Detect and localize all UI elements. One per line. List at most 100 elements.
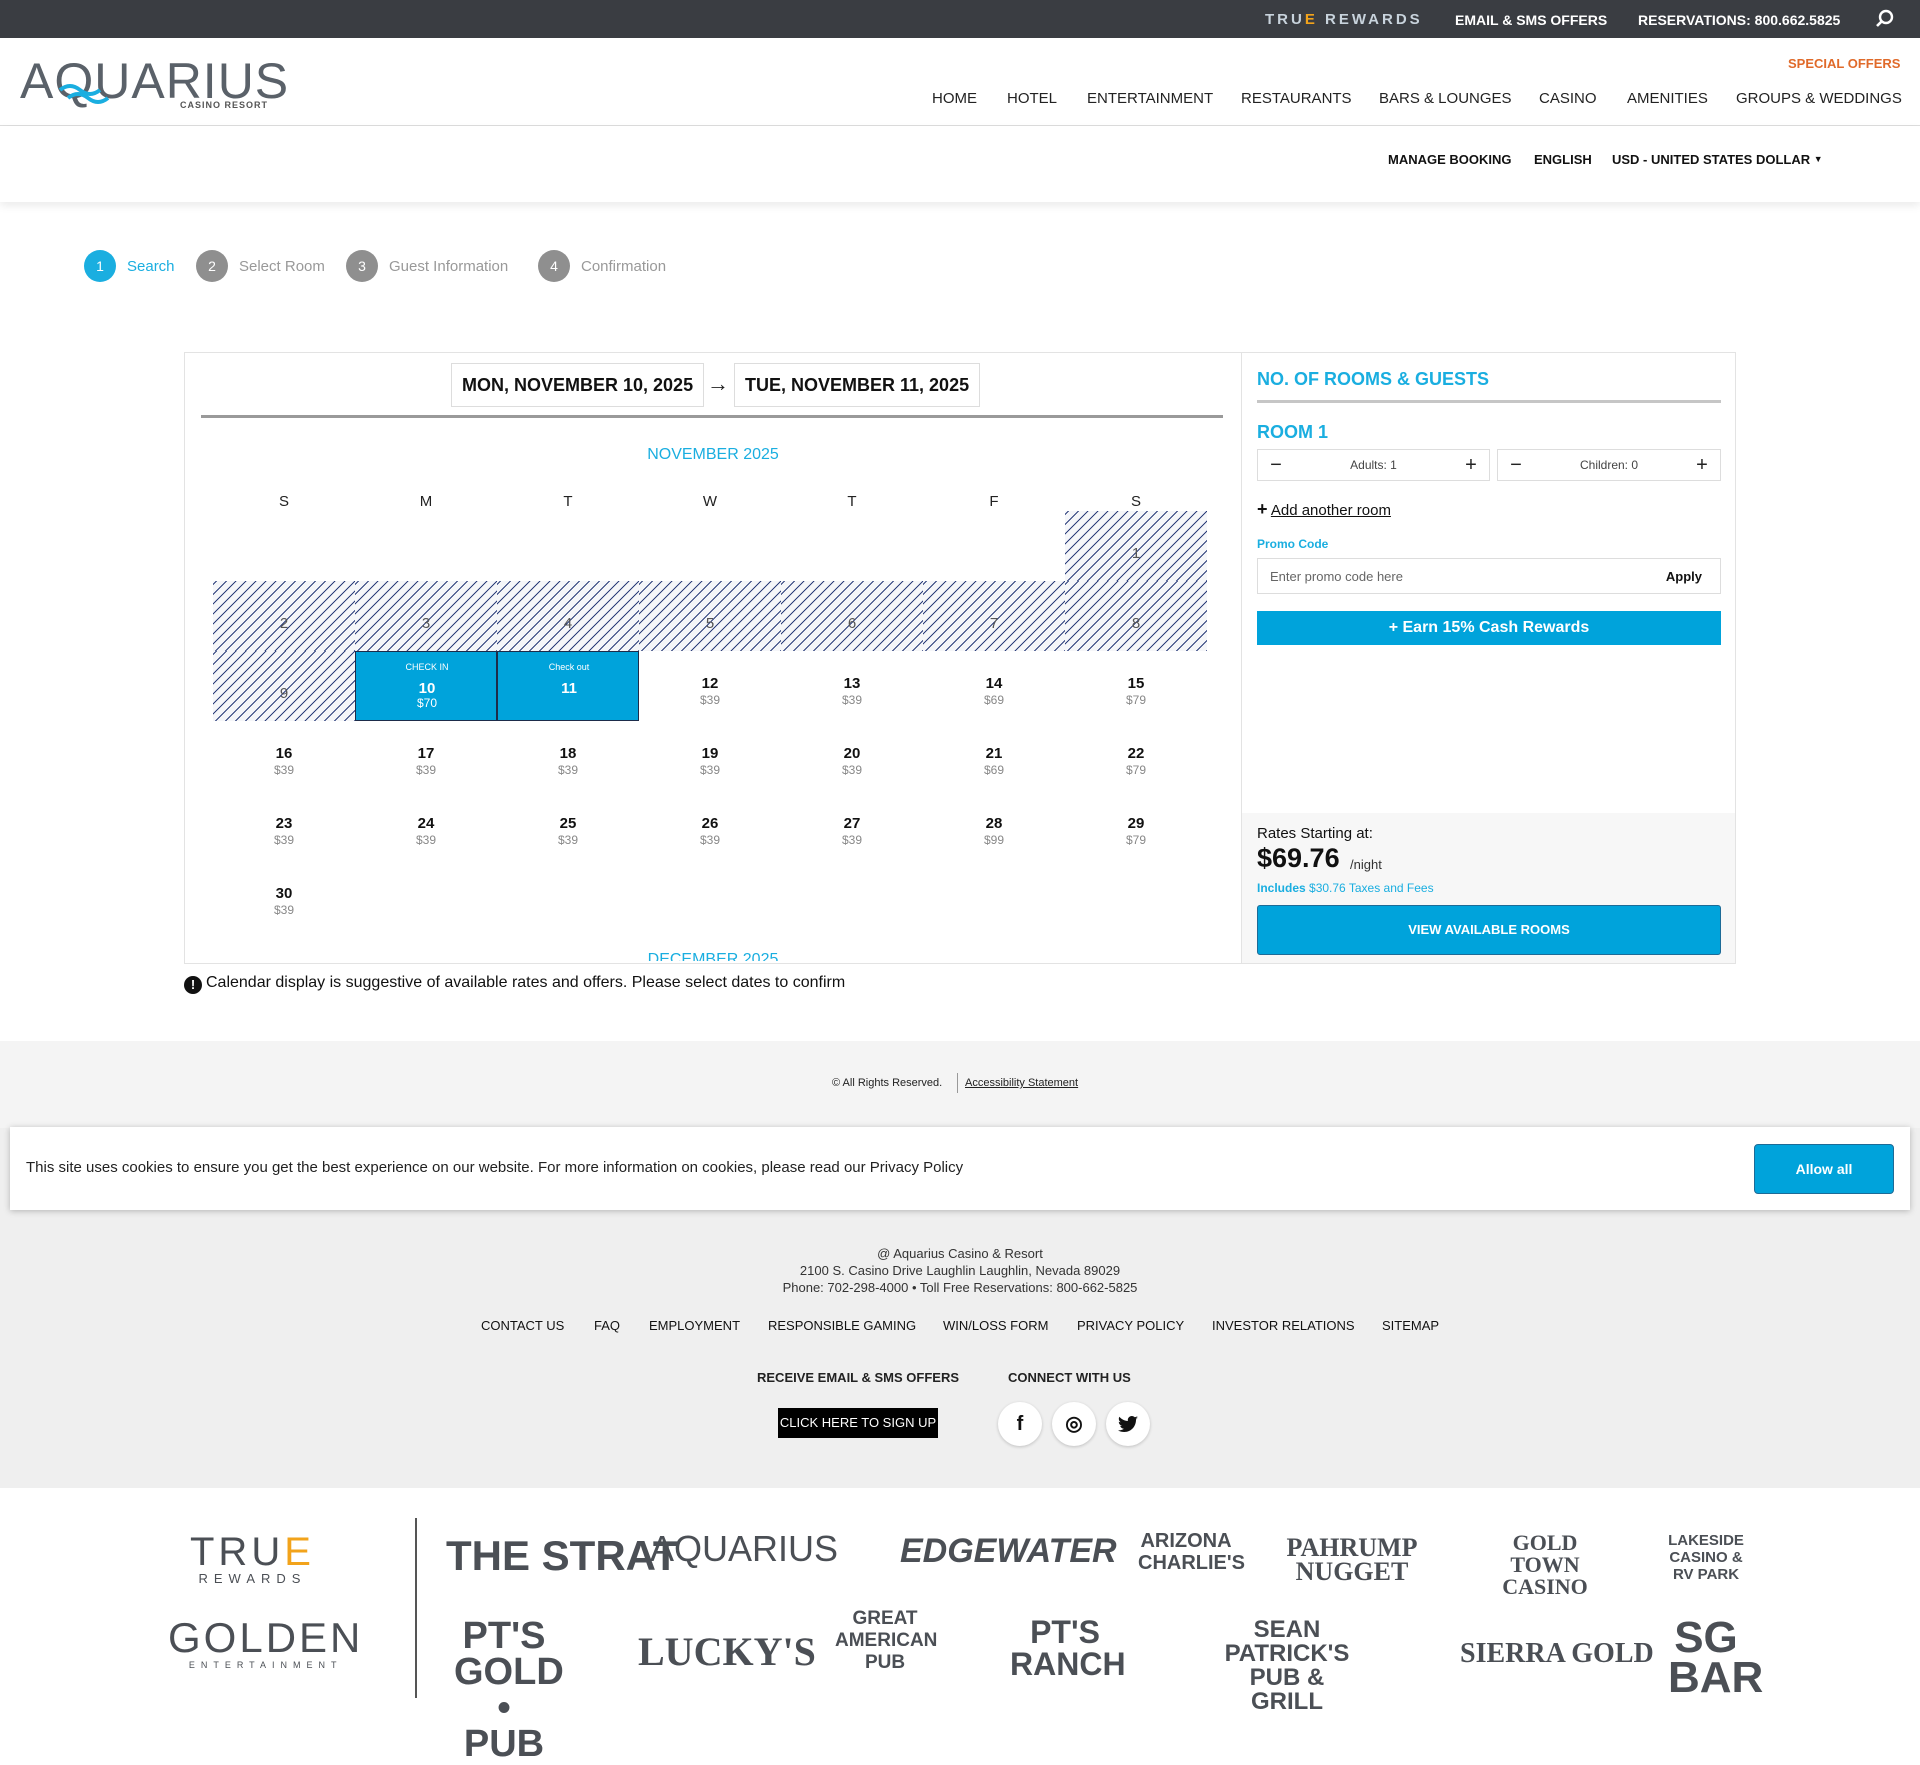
calendar-day[interactable]: 28 $99	[923, 791, 1065, 861]
calendar-day[interactable]: 24 $39	[355, 791, 497, 861]
promo-code-label: Promo Code	[1257, 537, 1329, 551]
day-number: 3	[421, 615, 431, 632]
email-sms-offers-link[interactable]: EMAIL & SMS OFFERS	[1455, 12, 1607, 28]
brand-logo-gold-town[interactable]: GOLD TOWN CASINO	[1480, 1532, 1610, 1598]
nav-casino[interactable]: CASINO	[1539, 90, 1597, 107]
calendar-day[interactable]: 25 $39	[497, 791, 639, 861]
calendar-day[interactable]: 20 $39	[781, 721, 923, 791]
footer-link-contact[interactable]: CONTACT US	[481, 1318, 564, 1333]
brand-logo-arizona-charlies[interactable]: ARIZONA CHARLIE'S	[1138, 1530, 1245, 1574]
brand-logo-sg-bar[interactable]: SG BAR	[1668, 1616, 1763, 1700]
brand-logo-luckys[interactable]: LUCKY'S	[638, 1628, 816, 1675]
reservations-phone-link[interactable]: RESERVATIONS: 800.662.5825	[1638, 12, 1840, 28]
day-price: $79	[1125, 693, 1147, 707]
calendar-day[interactable]: 22 $79	[1065, 721, 1207, 791]
nav-amenities[interactable]: AMENITIES	[1627, 90, 1708, 107]
calendar-day[interactable]: 18 $39	[497, 721, 639, 791]
day-price: $69	[983, 763, 1005, 777]
twitter-icon[interactable]	[1106, 1402, 1150, 1446]
day-price: $39	[273, 833, 295, 847]
golden-entertainment-brand-logo[interactable]: GOLDEN ENTERTAINMENT	[168, 1617, 363, 1672]
footer-link-employment[interactable]: EMPLOYMENT	[649, 1318, 740, 1333]
calendar-day[interactable]: 26 $39	[639, 791, 781, 861]
brand-logo-great-american-pub[interactable]: GREAT AMERICAN PUB	[835, 1608, 937, 1674]
brand-logo-aquarius[interactable]: AQUARIUS	[650, 1528, 838, 1570]
brand-logo-the-strat[interactable]: THE STRAT	[446, 1532, 679, 1580]
currency-label: USD - UNITED STATES DOLLAR	[1612, 152, 1811, 167]
nav-groups-weddings[interactable]: GROUPS & WEDDINGS	[1736, 90, 1902, 107]
brand-logo-pahrump-nugget[interactable]: PAHRUMP NUGGET	[1282, 1535, 1422, 1585]
manage-booking-link[interactable]: MANAGE BOOKING	[1388, 152, 1512, 167]
brand-logo-lakeside[interactable]: LAKESIDE CASINO & RV PARK	[1658, 1532, 1754, 1583]
promo-code-field[interactable]: Enter promo code here Apply	[1257, 558, 1721, 594]
calendar-day[interactable]: 23 $39	[213, 791, 355, 861]
calendar-day[interactable]: 17 $39	[355, 721, 497, 791]
check-in-date-box[interactable]: MON, NOVEMBER 10, 2025	[451, 363, 705, 407]
rooms-guests-panel: NO. OF ROOMS & GUESTS ROOM 1 − Adults: 1…	[1241, 353, 1735, 963]
day-price: $79	[1125, 833, 1147, 847]
nav-hotel[interactable]: HOTEL	[1007, 90, 1057, 107]
children-value: Children: 0	[1579, 458, 1639, 472]
footer-link-win-loss[interactable]: WIN/LOSS FORM	[943, 1318, 1048, 1333]
accessibility-statement-link[interactable]: Accessibility Statement	[965, 1077, 1078, 1089]
calendar-day[interactable]: 15 $79	[1065, 651, 1207, 721]
check-in-tag: CHECK IN	[405, 662, 449, 672]
adults-plus-button[interactable]: +	[1461, 454, 1481, 477]
calendar-day[interactable]: 12 $39	[639, 651, 781, 721]
calendar-day[interactable]: 14 $69	[923, 651, 1065, 721]
sign-up-button[interactable]: CLICK HERE TO SIGN UP	[778, 1408, 938, 1438]
next-month-title: DECEMBER 2025	[647, 951, 779, 961]
language-selector[interactable]: ENGLISH	[1534, 152, 1592, 167]
instagram-icon[interactable]: ◎	[1052, 1402, 1096, 1446]
brand-logo-edgewater[interactable]: EDGEWATER	[900, 1532, 1117, 1571]
weekday-label: M	[419, 493, 433, 510]
check-out-date-box[interactable]: TUE, NOVEMBER 11, 2025	[734, 363, 981, 407]
calendar-day: 5	[639, 581, 781, 651]
calendar-day: 4	[497, 581, 639, 651]
currency-selector[interactable]: USD - UNITED STATES DOLLAR ▼	[1612, 152, 1823, 167]
logo-wave-icon	[58, 84, 110, 104]
add-another-room-link[interactable]: + Add another room	[1257, 499, 1391, 520]
footer-link-privacy[interactable]: PRIVACY POLICY	[1077, 1318, 1184, 1333]
footer-link-responsible-gaming[interactable]: RESPONSIBLE GAMING	[768, 1318, 916, 1333]
day-price: $39	[699, 833, 721, 847]
calendar-day[interactable]: 21 $69	[923, 721, 1065, 791]
apply-promo-button[interactable]: Apply	[1666, 569, 1702, 584]
calendar-day[interactable]: 19 $39	[639, 721, 781, 791]
nav-bars-lounges[interactable]: BARS & LOUNGES	[1379, 90, 1512, 107]
includes-label: Includes	[1257, 881, 1306, 895]
view-available-rooms-button[interactable]: VIEW AVAILABLE ROOMS	[1257, 905, 1721, 955]
brand-logo-pts-ranch[interactable]: PT'S RANCH	[1010, 1616, 1126, 1680]
earn-cash-rewards-button[interactable]: + Earn 15% Cash Rewards	[1257, 611, 1721, 645]
brand-logo-sean-patricks[interactable]: SEAN PATRICK'S PUB & GRILL	[1212, 1618, 1362, 1714]
calendar-day[interactable]: 30 $39	[213, 861, 355, 931]
day-number: 4	[563, 615, 573, 632]
calendar-day[interactable]: 13 $39	[781, 651, 923, 721]
aquarius-logo[interactable]: AQUARIUS CASINO RESORT	[20, 52, 290, 114]
footer-link-sitemap[interactable]: SITEMAP	[1382, 1318, 1439, 1333]
footer-link-faq[interactable]: FAQ	[594, 1318, 620, 1333]
facebook-icon[interactable]: f	[998, 1402, 1042, 1446]
day-price: $69	[983, 693, 1005, 707]
nav-entertainment[interactable]: ENTERTAINMENT	[1087, 90, 1213, 107]
calendar-day[interactable]: 29 $79	[1065, 791, 1207, 861]
calendar-day[interactable]: 16 $39	[213, 721, 355, 791]
brand-logo-pts-gold-pub[interactable]: PT'S GOLD • PUB	[454, 1617, 564, 1763]
calendar-disclaimer: ! Calendar display is suggestive of avail…	[184, 974, 845, 994]
footer-link-investor[interactable]: INVESTOR RELATIONS	[1212, 1318, 1355, 1333]
calendar-day[interactable]: Check out 11	[497, 651, 639, 721]
nav-restaurants[interactable]: RESTAURANTS	[1241, 90, 1352, 107]
search-icon[interactable]	[1875, 9, 1895, 29]
brand-logo-sierra-gold[interactable]: SIERRA GOLD	[1460, 1638, 1654, 1670]
children-plus-button[interactable]: +	[1692, 454, 1712, 477]
weekday-label: T	[847, 493, 857, 510]
special-offers-link[interactable]: SPECIAL OFFERS	[1788, 56, 1900, 71]
true-rewards-link[interactable]: TRUE REWARDS	[1265, 11, 1423, 28]
true-rewards-brand-logo[interactable]: TRUE REWARDS	[190, 1532, 315, 1586]
calendar-day[interactable]: CHECK IN 10 $70	[355, 651, 497, 721]
allow-all-cookies-button[interactable]: Allow all	[1754, 1144, 1894, 1194]
calendar-day: 3	[355, 581, 497, 651]
calendar-day[interactable]: 27 $39	[781, 791, 923, 861]
nav-home[interactable]: HOME	[932, 90, 977, 107]
children-stepper: − Children: 0 +	[1497, 449, 1721, 481]
